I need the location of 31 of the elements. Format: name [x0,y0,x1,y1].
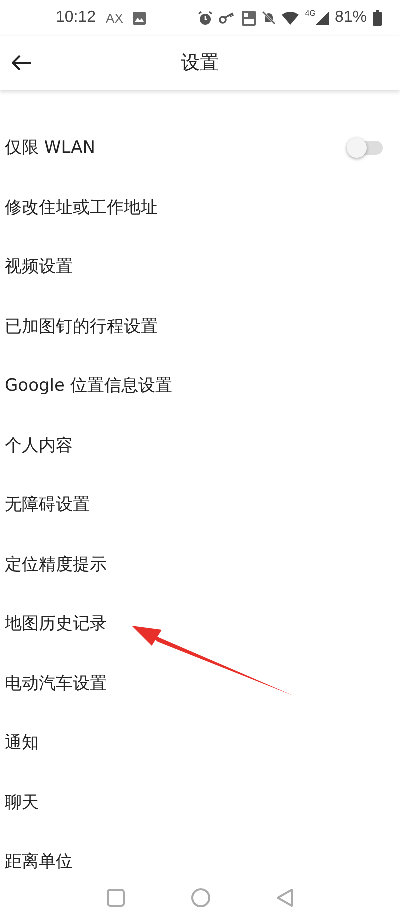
settings-item[interactable]: 通知 [0,713,400,772]
volte-icon [242,10,256,26]
toggle-switch[interactable] [349,140,383,155]
settings-item[interactable]: 地图历史记录 [0,594,400,654]
settings-item[interactable]: 无障碍设置 [0,475,400,534]
key-icon [219,12,236,24]
battery-percent: 81% [334,9,367,27]
settings-item[interactable]: 已加图钉的行程设置 [0,296,400,356]
page-title: 设置 [181,51,219,76]
settings-item[interactable]: 聊天 [0,772,400,832]
settings-item[interactable]: 个人内容 [0,416,400,475]
alarm-icon [198,10,214,26]
bell-off-icon [262,11,276,25]
settings-item[interactable]: 视频设置 [0,237,400,296]
battery-icon [373,10,382,26]
image-icon [133,12,146,24]
settings-item[interactable]: 定位精度提示 [0,534,400,594]
back-arrow-icon [12,55,32,71]
status-time: 10:12 [56,9,96,27]
network-label: 4G [305,9,316,18]
back-icon[interactable] [277,889,293,907]
recents-icon[interactable] [107,889,125,907]
wifi-icon [282,12,300,24]
settings-item[interactable]: 距离单位 [0,832,400,874]
settings-item[interactable]: 仅限 WLAN [0,118,400,178]
settings-item[interactable]: Google 位置信息设置 [0,356,400,416]
settings-item[interactable]: 修改住址或工作地址 [0,178,400,237]
settings-item[interactable]: 电动汽车设置 [0,654,400,713]
signal-icon [316,12,329,24]
home-icon[interactable] [191,888,211,908]
carrier-label: AX [106,10,124,26]
